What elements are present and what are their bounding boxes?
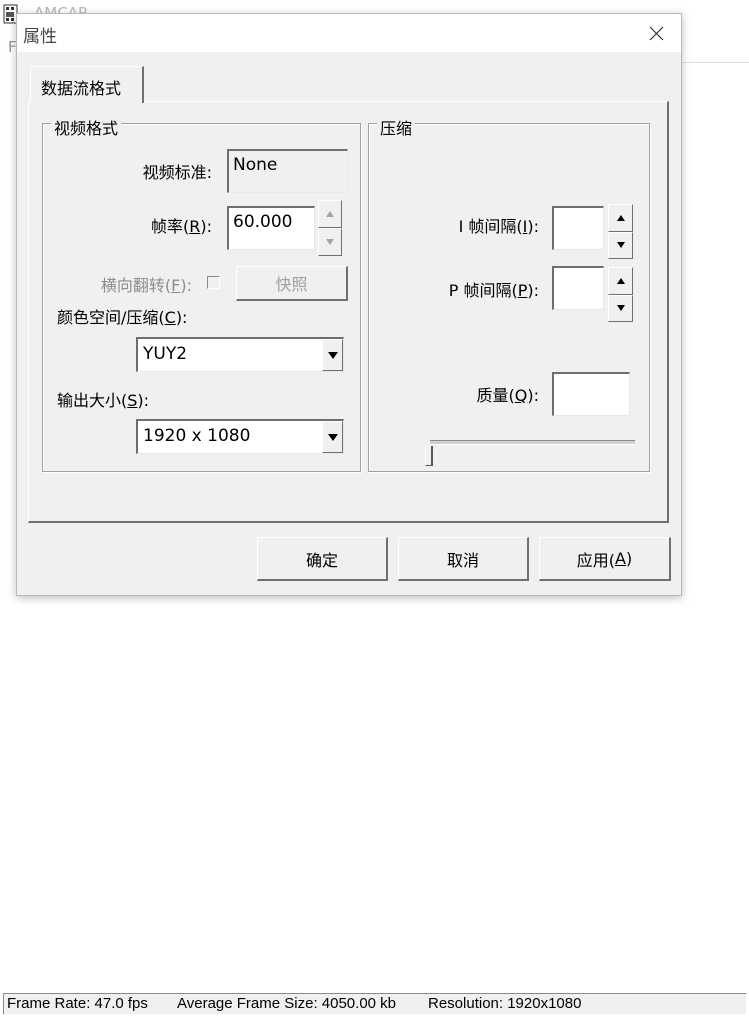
close-icon [649, 26, 664, 41]
arrow-up-icon [616, 214, 625, 221]
app-menu-divider [680, 62, 749, 63]
apply-button[interactable]: 应用(A) [539, 537, 671, 581]
cancel-button[interactable]: 取消 [398, 537, 529, 581]
frame-rate-value: 60.000 [233, 212, 293, 232]
arrow-down-icon [616, 242, 625, 249]
output-size-value: 1920 x 1080 [143, 426, 251, 446]
dialog-titlebar[interactable]: 属性 [17, 14, 681, 52]
p-frame-interval-input[interactable] [552, 266, 604, 310]
horizontal-flip-label: 横向翻转(F): [100, 276, 192, 295]
color-space-label: 颜色空间/压缩(C): [57, 308, 188, 327]
status-resolution: Resolution: 1920x1080 [428, 995, 582, 1012]
color-space-value: YUY2 [143, 344, 188, 364]
quality-slider-thumb[interactable] [425, 446, 433, 466]
arrow-up-icon [616, 277, 625, 284]
i-frame-down-button[interactable] [608, 231, 633, 259]
frame-rate-spinner[interactable] [318, 200, 342, 256]
video-format-group-label: 视频格式 [51, 115, 122, 139]
arrow-up-icon [326, 211, 334, 217]
video-standard-label: 视频标准: [142, 163, 212, 182]
color-space-dropdown-button[interactable] [322, 339, 343, 371]
ok-button[interactable]: 确定 [257, 537, 388, 581]
status-frame-rate: Frame Rate: 47.0 fps [7, 995, 148, 1012]
status-average-frame-size: Average Frame Size: 4050.00 kb [177, 995, 397, 1012]
i-frame-up-button[interactable] [608, 204, 633, 232]
i-frame-interval-input[interactable] [552, 206, 604, 250]
video-standard-field: None [227, 149, 348, 193]
frame-rate-up-button[interactable] [318, 200, 342, 228]
arrow-down-icon [326, 239, 334, 245]
p-frame-up-button[interactable] [608, 267, 633, 295]
p-frame-down-button[interactable] [608, 294, 633, 322]
chevron-down-icon [327, 351, 338, 359]
output-size-dropdown-button[interactable] [322, 421, 343, 453]
i-frame-interval-label: I 帧间隔(I): [458, 217, 539, 236]
status-bar: Frame Rate: 47.0 fps Average Frame Size:… [3, 993, 747, 1015]
close-button[interactable] [641, 18, 671, 48]
tab-stream-format[interactable]: 数据流格式 [30, 66, 144, 103]
p-frame-interval-label: P 帧间隔(P): [448, 281, 539, 300]
i-frame-interval-spinner[interactable] [608, 204, 633, 259]
video-standard-value: None [233, 155, 278, 175]
snapshot-button[interactable]: 快照 [236, 266, 348, 301]
tab-label: 数据流格式 [41, 79, 122, 98]
compression-group-label: 压缩 [377, 115, 416, 139]
p-frame-interval-spinner[interactable] [608, 267, 633, 322]
quality-label: 质量(Q): [476, 386, 539, 405]
dialog-title: 属性 [23, 27, 57, 47]
properties-dialog: 属性 数据流格式 视频格式 视频标准: None 帧率(R): 60.000 横… [16, 13, 682, 596]
horizontal-flip-checkbox[interactable] [207, 276, 220, 289]
quality-input[interactable] [552, 372, 630, 416]
chevron-down-icon [327, 433, 338, 441]
frame-rate-down-button[interactable] [318, 228, 342, 256]
frame-rate-input[interactable]: 60.000 [227, 206, 315, 250]
arrow-down-icon [616, 305, 625, 312]
color-space-select[interactable]: YUY2 [136, 337, 344, 372]
frame-rate-label: 帧率(R): [150, 217, 212, 236]
output-size-label: 输出大小(S): [57, 391, 150, 410]
output-size-select[interactable]: 1920 x 1080 [136, 419, 344, 454]
quality-slider-track[interactable] [430, 440, 635, 445]
